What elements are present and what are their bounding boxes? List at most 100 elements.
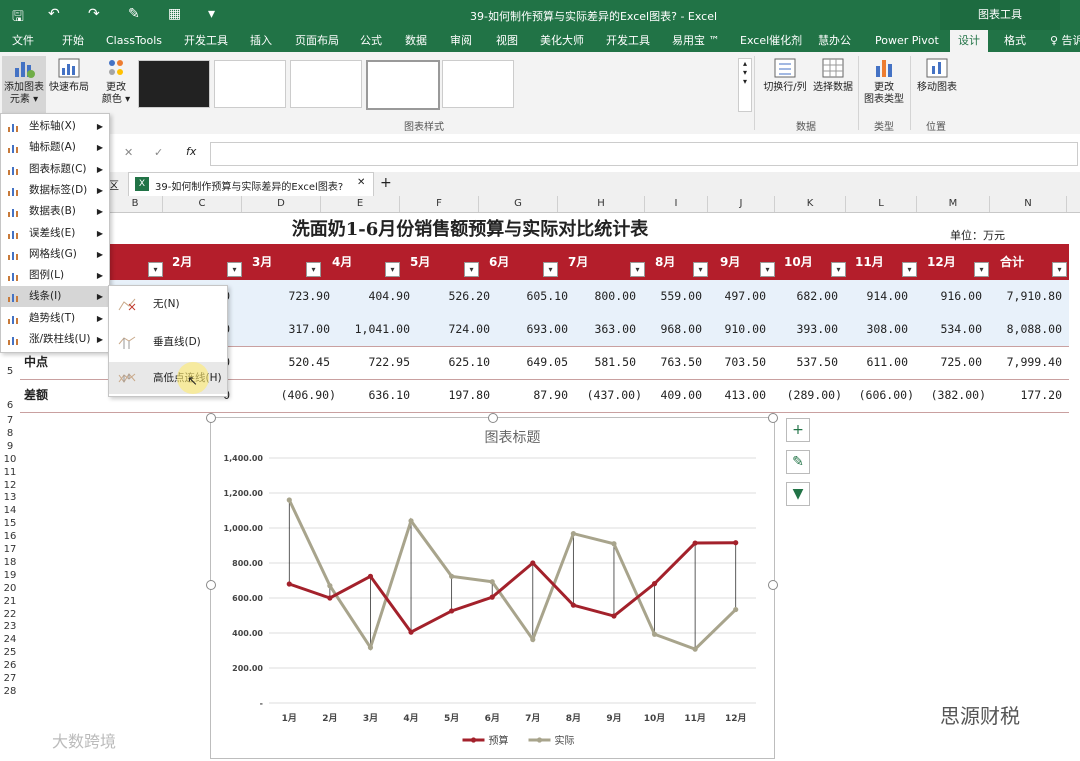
add-chart-element-button[interactable]: 添加图表 元素 ▾	[2, 56, 46, 114]
tab-excel-catalyst[interactable]: Excel催化剂	[740, 30, 802, 52]
cell[interactable]: 723.90	[250, 280, 330, 313]
tab-view[interactable]: 视图	[496, 30, 518, 52]
resize-handle[interactable]	[768, 413, 778, 423]
resize-handle[interactable]	[206, 413, 216, 423]
menu-item-gridlines[interactable]: 网格线(G) ▶	[1, 244, 109, 265]
filter-dropdown-icon[interactable]: ▾	[693, 262, 708, 277]
menu-item-chart-title[interactable]: 图表标题(C) ▶	[1, 159, 109, 180]
tab-beautify[interactable]: 美化大师	[540, 30, 584, 52]
filter-dropdown-icon[interactable]: ▾	[543, 262, 558, 277]
menu-item-data-labels[interactable]: 数据标签(D) ▶	[1, 180, 109, 201]
cell[interactable]: 916.00	[910, 280, 982, 313]
cell[interactable]: 581.50	[550, 346, 636, 379]
menu-item-legend[interactable]: 图例(L) ▶	[1, 265, 109, 286]
cell[interactable]: 177.20	[990, 379, 1062, 412]
styles-scroll[interactable]: ▴ ▾ ▾	[738, 58, 752, 112]
tab-page-layout[interactable]: 页面布局	[295, 30, 339, 52]
menu-item-trendline[interactable]: 趋势线(T) ▶	[1, 308, 109, 329]
row-header[interactable]: 28	[0, 686, 20, 697]
cell[interactable]: 625.10	[400, 346, 490, 379]
menu-item-up-down-bars[interactable]: 涨/跌柱线(U) ▶	[1, 329, 109, 350]
row-header[interactable]: 18	[0, 557, 20, 568]
row-header[interactable]: 12	[0, 480, 20, 491]
cell[interactable]: 520.45	[250, 346, 330, 379]
tab-tell-me[interactable]: ♀ 告诉	[1050, 30, 1080, 52]
submenu-item-drop-lines[interactable]: 垂直线(D)	[109, 326, 227, 358]
column-header[interactable]: J	[708, 196, 775, 212]
tab-developer-2[interactable]: 开发工具	[606, 30, 650, 52]
table-icon[interactable]: ▦	[168, 6, 181, 22]
chart-style-3[interactable]	[290, 60, 362, 108]
move-chart-button[interactable]: 移动图表	[914, 56, 960, 94]
cell[interactable]: 537.50	[768, 346, 838, 379]
chart-style-1[interactable]	[138, 60, 210, 108]
tab-power-pivot[interactable]: Power Pivot	[875, 30, 939, 52]
cell[interactable]: 317.00	[250, 313, 330, 346]
filter-dropdown-icon[interactable]: ▾	[227, 262, 242, 277]
chart-filters-button[interactable]: ▼	[786, 482, 810, 506]
column-header[interactable]: N	[990, 196, 1067, 212]
filter-dropdown-icon[interactable]: ▾	[464, 262, 479, 277]
save-icon[interactable]: 🖫	[12, 6, 24, 30]
column-header[interactable]: C	[163, 196, 242, 212]
row-header[interactable]: 23	[0, 621, 20, 632]
cell[interactable]: 497.00	[700, 280, 766, 313]
select-data-button[interactable]: 选择数据	[812, 56, 854, 94]
column-header[interactable]: F	[400, 196, 479, 212]
column-header[interactable]: M	[917, 196, 990, 212]
cell[interactable]: 526.20	[400, 280, 490, 313]
row-header[interactable]: 9	[0, 441, 20, 452]
row-header[interactable]: 8	[0, 428, 20, 439]
cell[interactable]: 7,999.40	[990, 346, 1062, 379]
cell[interactable]: 413.00	[700, 379, 766, 412]
cell[interactable]: 1,041.00	[320, 313, 410, 346]
menu-item-lines[interactable]: 线条(I) ▶	[1, 286, 109, 308]
cell[interactable]: 968.00	[640, 313, 702, 346]
chart-area[interactable]: 图表标题 - 200.00 400.00 600.00 800.00 1,000.00 1,2…	[206, 413, 778, 759]
cell[interactable]: 393.00	[768, 313, 838, 346]
menu-item-axes[interactable]: 坐标轴(X) ▶	[1, 116, 109, 137]
row-header[interactable]: 6	[0, 400, 20, 411]
filter-dropdown-icon[interactable]: ▾	[306, 262, 321, 277]
submenu-item-high-low-lines[interactable]: 高低点连线(H)	[109, 362, 227, 394]
row-header[interactable]: 27	[0, 673, 20, 684]
cell[interactable]: 800.00	[550, 280, 636, 313]
add-tab-button[interactable]: +	[380, 175, 392, 191]
filter-dropdown-icon[interactable]: ▾	[630, 262, 645, 277]
cell[interactable]: 404.90	[320, 280, 410, 313]
filter-dropdown-icon[interactable]: ▾	[1052, 262, 1067, 277]
cell[interactable]: (289.00)	[768, 379, 842, 412]
filter-dropdown-icon[interactable]: ▾	[902, 262, 917, 277]
resize-handle[interactable]	[206, 580, 216, 590]
cell[interactable]: 534.00	[910, 313, 982, 346]
cell[interactable]: 559.00	[640, 280, 702, 313]
column-header[interactable]: G	[479, 196, 558, 212]
row-header[interactable]: 14	[0, 505, 20, 516]
tab-huibangong[interactable]: 慧办公	[818, 30, 851, 52]
menu-item-error-bars[interactable]: 误差线(E) ▶	[1, 223, 109, 244]
cell[interactable]: 910.00	[700, 313, 766, 346]
change-chart-type-button[interactable]: 更改 图表类型	[862, 56, 906, 106]
resize-handle[interactable]	[488, 413, 498, 423]
cell[interactable]: (382.00)	[910, 379, 986, 412]
cell[interactable]: 682.00	[768, 280, 838, 313]
tab-format[interactable]: 格式	[1004, 30, 1026, 52]
close-tab-icon[interactable]: ✕	[357, 177, 365, 188]
cell[interactable]: 363.00	[550, 313, 636, 346]
column-header[interactable]: H	[558, 196, 645, 212]
chart-elements-button[interactable]: +	[786, 418, 810, 442]
resize-handle[interactable]	[768, 580, 778, 590]
cell[interactable]: 197.80	[400, 379, 490, 412]
row-header[interactable]: 11	[0, 467, 20, 478]
tab-file[interactable]: 文件	[12, 30, 34, 52]
row-header[interactable]: 17	[0, 544, 20, 555]
cell[interactable]: 636.10	[320, 379, 410, 412]
row-header[interactable]: 13	[0, 492, 20, 503]
quick-layout-button[interactable]: 快速布局	[48, 56, 90, 94]
row-header[interactable]: 19	[0, 570, 20, 581]
filter-dropdown-icon[interactable]: ▾	[148, 262, 163, 277]
column-header[interactable]: B	[108, 196, 163, 212]
filter-dropdown-icon[interactable]: ▾	[974, 262, 989, 277]
row-header[interactable]: 25	[0, 647, 20, 658]
row-header[interactable]: 26	[0, 660, 20, 671]
